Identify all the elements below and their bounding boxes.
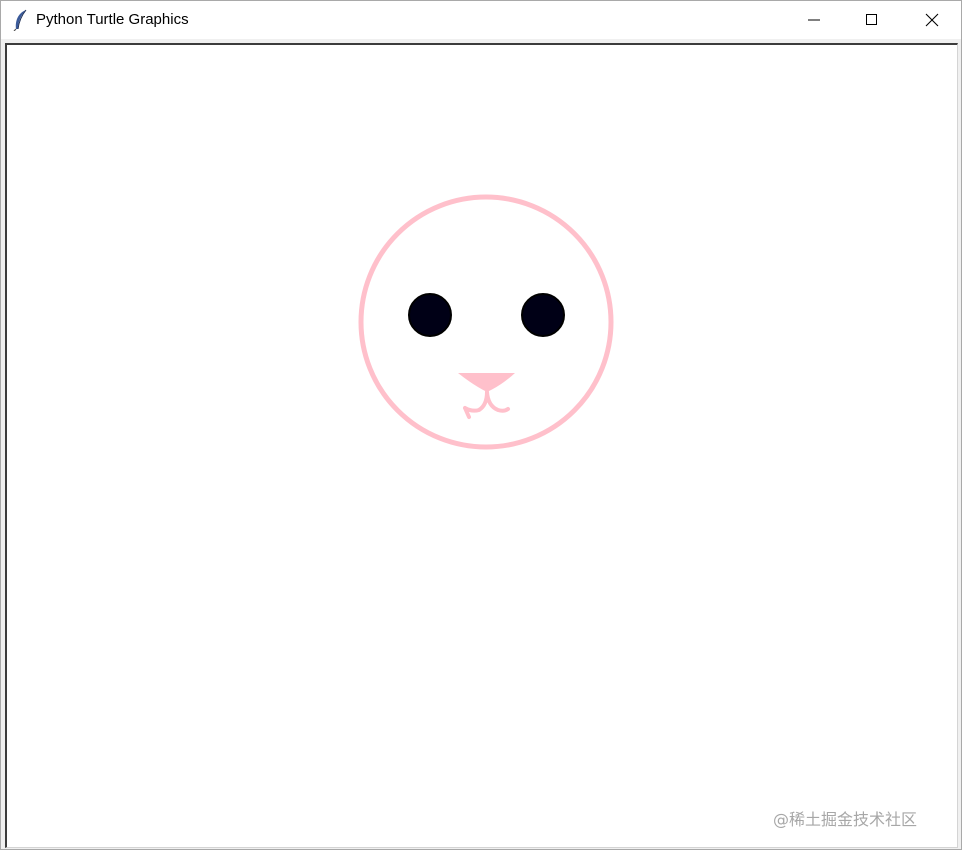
window-title: Python Turtle Graphics bbox=[36, 11, 189, 28]
minimize-icon bbox=[808, 19, 820, 21]
minimize-button[interactable] bbox=[785, 1, 843, 39]
nose bbox=[458, 373, 515, 392]
feather-icon bbox=[12, 9, 30, 32]
face-outline bbox=[358, 194, 614, 450]
face-drawing bbox=[358, 194, 614, 450]
mouth bbox=[463, 390, 510, 419]
left-eye bbox=[408, 293, 452, 337]
maximize-button[interactable] bbox=[843, 1, 901, 39]
close-button[interactable] bbox=[903, 1, 961, 39]
right-eye bbox=[521, 293, 565, 337]
maximize-icon bbox=[866, 14, 877, 25]
close-icon bbox=[925, 13, 939, 27]
watermark: @稀土掘金技术社区 bbox=[773, 810, 918, 829]
turtle-canvas[interactable] bbox=[5, 43, 958, 848]
title-bar[interactable]: Python Turtle Graphics bbox=[1, 1, 961, 39]
turtle-window: Python Turtle Graphics @稀土掘金技术社区 bbox=[0, 0, 962, 850]
